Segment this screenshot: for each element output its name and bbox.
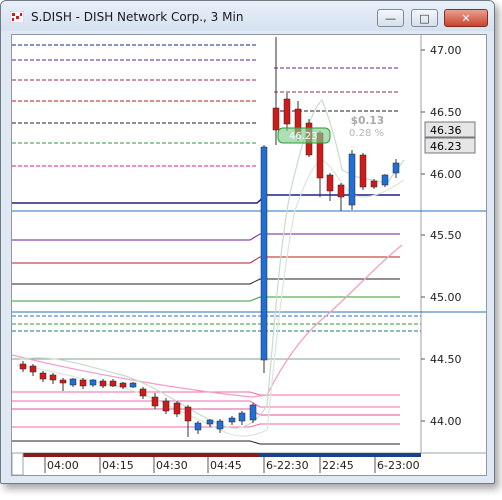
- candle-body: [162, 400, 170, 412]
- price-tick-label: 44.50: [430, 353, 462, 366]
- level-lines-right: [274, 67, 400, 112]
- candle-body: [238, 412, 246, 422]
- price-tick-label: 46.50: [430, 106, 462, 119]
- time-tick-label: 6-23:00: [377, 459, 420, 472]
- maximize-icon: □: [419, 11, 430, 25]
- chart-window: S.DISH - DISH Network Corp., 3 Min — □ ✕: [0, 0, 495, 484]
- indicator-curves: [11, 98, 405, 437]
- window-title: S.DISH - DISH Network Corp., 3 Min: [31, 10, 244, 24]
- candle-body: [89, 379, 97, 386]
- title-bar[interactable]: S.DISH - DISH Network Corp., 3 Min — □ ✕: [1, 1, 494, 31]
- candle-body: [194, 422, 202, 431]
- price-change-label: $0.13: [351, 115, 384, 127]
- candle-body: [151, 396, 159, 407]
- time-tick-label: 04:15: [102, 459, 134, 472]
- close-icon: ✕: [461, 11, 471, 25]
- candle-body: [184, 406, 192, 422]
- minimize-button[interactable]: —: [377, 9, 404, 27]
- price-tick-label: 45.00: [430, 291, 462, 304]
- level-lines-left: [12, 44, 421, 332]
- time-tick-label: 04:30: [156, 459, 188, 472]
- candle-body: [119, 382, 127, 388]
- price-tick-label: 45.50: [430, 229, 462, 242]
- candle-body: [99, 380, 107, 387]
- candle-body: [326, 174, 334, 192]
- candle-body: [359, 154, 367, 188]
- candle-body: [228, 417, 236, 423]
- candle-body: [173, 402, 181, 415]
- candle-body: [381, 174, 389, 186]
- close-button[interactable]: ✕: [444, 9, 488, 27]
- minimize-icon: —: [385, 11, 396, 25]
- candle-body: [348, 153, 356, 206]
- price-tick-label: 47.00: [430, 44, 462, 57]
- candle-body: [249, 404, 257, 421]
- price-change-pct-label: 0.28 %: [349, 128, 384, 139]
- candle-body: [19, 363, 27, 370]
- candle-body: [392, 162, 400, 174]
- candle-body: [283, 98, 291, 125]
- chart-area[interactable]: 46.23 $0.13 0.28 % 47.00 46.50 46.00 45.…: [11, 34, 487, 476]
- price-chart[interactable]: 46.23 $0.13 0.28 % 47.00 46.50 46.00 45.…: [11, 35, 486, 476]
- candle-body: [49, 374, 57, 381]
- maximize-button[interactable]: □: [411, 9, 438, 27]
- time-axis[interactable]: 04:00 04:15 04:30 04:45 6-22:30 22:45 6-…: [11, 452, 486, 476]
- time-tick-label: 22:45: [322, 459, 354, 472]
- scroll-handle[interactable]: [11, 452, 24, 476]
- candle-body: [370, 180, 378, 188]
- last-price-label: 46.36: [430, 124, 462, 137]
- candle-body: [69, 378, 77, 386]
- candle-body: [272, 107, 280, 131]
- candle-body: [129, 382, 137, 388]
- pivot-levels: [12, 194, 400, 445]
- candle-body: [216, 420, 224, 430]
- candle-body: [260, 146, 268, 361]
- candle-body: [206, 419, 214, 425]
- time-tick-label: 6-22:30: [266, 459, 309, 472]
- app-icon: [10, 11, 24, 23]
- bid-price-label: 46.23: [430, 140, 462, 153]
- candle-body: [109, 380, 117, 387]
- time-tick-label: 04:45: [210, 459, 242, 472]
- price-box-label: 46.23: [289, 131, 318, 142]
- time-tick-label: 04:00: [47, 459, 79, 472]
- candle-body: [59, 379, 67, 384]
- price-tick-label: 44.00: [430, 415, 462, 428]
- price-tick-label: 46.00: [430, 168, 462, 181]
- candle-body: [337, 184, 345, 198]
- candle-body: [29, 365, 37, 373]
- candle-body: [139, 388, 147, 397]
- candle-body: [79, 379, 87, 387]
- price-axis[interactable]: 47.00 46.50 46.00 45.50 45.00 44.50 44.0…: [421, 44, 476, 428]
- price-change-overlay: 46.23 $0.13 0.28 %: [277, 115, 384, 144]
- candle-body: [39, 372, 47, 380]
